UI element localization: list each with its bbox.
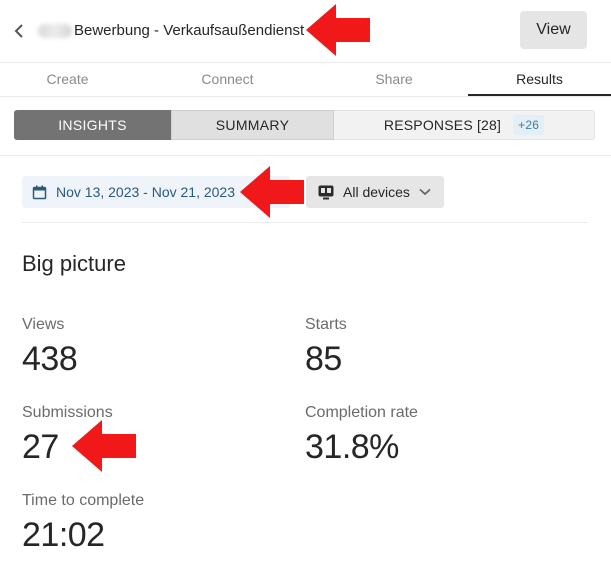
views-label: Views [22,316,65,333]
big-picture-title: Big picture [22,251,126,276]
subtab-responses[interactable]: RESPONSES [28] +26 [334,110,595,140]
chevron-left-icon [14,24,23,38]
tab-share[interactable]: Share [320,63,468,96]
subtab-responses-label: RESPONSES [28] [383,117,502,133]
device-filter-dropdown[interactable]: All devices [306,176,444,208]
red-arrow-annotation [306,4,370,56]
tab-create[interactable]: Create [0,63,135,96]
divider [22,222,588,223]
date-range-text: Nov 13, 2023 - Nov 21, 2023 [56,184,236,200]
view-button[interactable]: View [520,11,587,49]
starts-label: Starts [305,316,347,333]
red-arrow-annotation [72,420,136,472]
submissions-value: 27 [22,428,59,466]
main-tabs: Create Connect Share Results [0,62,611,97]
divider [0,155,611,156]
back-button[interactable] [8,18,30,44]
starts-value: 85 [305,340,342,378]
views-value: 438 [22,340,78,378]
chevron-down-icon [419,188,431,196]
calendar-icon [32,185,47,199]
completion-rate-value: 31.8% [305,428,399,466]
responses-new-badge: +26 [513,115,545,135]
form-title: Bewerbung - Verkaufsaußendienst [74,22,305,39]
device-filter-label: All devices [343,184,410,200]
tab-connect[interactable]: Connect [135,63,320,96]
subtab-insights[interactable]: INSIGHTS [14,110,171,140]
tab-results[interactable]: Results [468,63,611,96]
redacted-workspace-name [38,24,72,38]
devices-icon [318,185,334,199]
subtab-summary[interactable]: SUMMARY [171,110,334,140]
time-to-complete-value: 21:02 [22,516,105,554]
red-arrow-annotation [240,166,304,218]
results-subtabs: INSIGHTS SUMMARY RESPONSES [28] +26 [14,110,595,140]
completion-rate-label: Completion rate [305,404,418,421]
time-to-complete-label: Time to complete [22,492,145,509]
